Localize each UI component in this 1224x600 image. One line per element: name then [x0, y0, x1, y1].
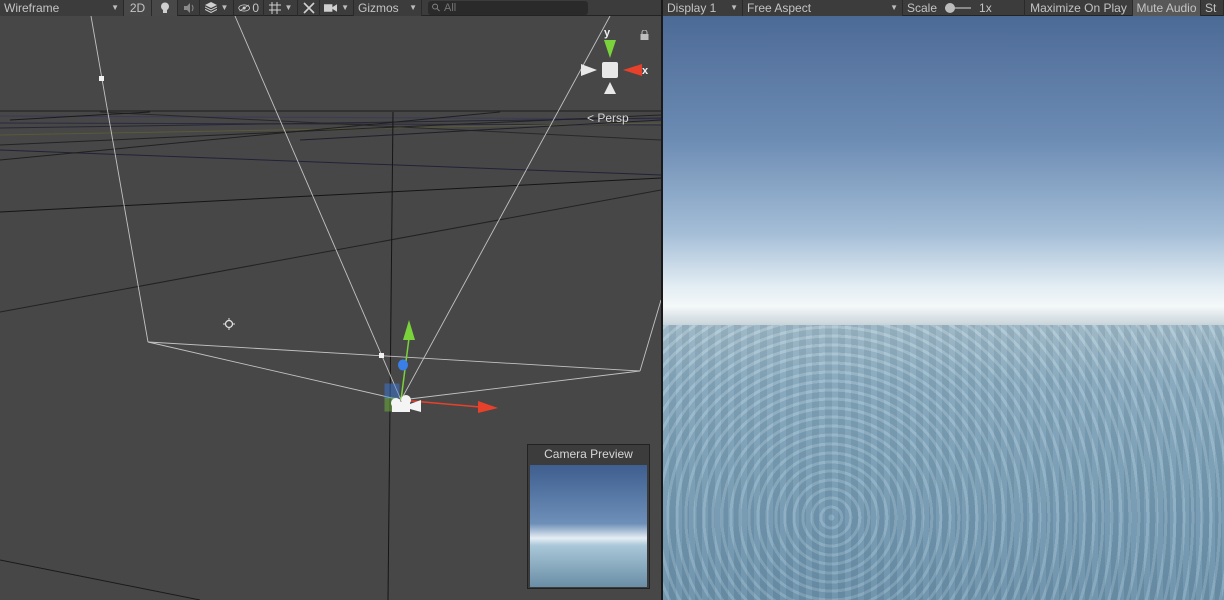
- visibility-toggle[interactable]: 0: [234, 0, 264, 16]
- aspect-dropdown[interactable]: Free Aspect ▼: [743, 0, 903, 16]
- effects-icon: [204, 2, 217, 13]
- toggle-2d-label: 2D: [129, 0, 146, 15]
- game-ground-plane: [663, 325, 1224, 600]
- lock-icon[interactable]: [640, 29, 649, 43]
- y-cone: [604, 40, 616, 58]
- center-cube: [602, 62, 618, 78]
- camera-preview: Camera Preview: [527, 444, 650, 589]
- display-dropdown[interactable]: Display 1 ▼: [663, 0, 743, 16]
- projection-toggle[interactable]: < Persp: [587, 111, 629, 125]
- camera-frustum: [90, 16, 661, 401]
- orientation-gizmo: y x: [581, 27, 649, 94]
- maximize-on-play-toggle[interactable]: Maximize On Play: [1025, 0, 1133, 16]
- aspect-label: Free Aspect: [747, 0, 812, 15]
- chevron-down-icon: ▼: [284, 3, 293, 12]
- axis-y-label: y: [604, 27, 611, 39]
- tools-toggle[interactable]: [298, 0, 320, 16]
- game-view[interactable]: Display 1 ▼ Free Aspect ▼ Scale 1x Maxim…: [663, 0, 1224, 600]
- scale-slider[interactable]: [945, 2, 972, 13]
- stats-toggle[interactable]: St: [1201, 0, 1224, 16]
- chevron-down-icon: ▼: [730, 3, 738, 12]
- search-icon: [432, 3, 440, 12]
- chevron-down-icon: ▼: [890, 3, 898, 12]
- search-field[interactable]: [428, 0, 588, 15]
- camera-dropdown[interactable]: ▼: [320, 0, 354, 16]
- plane-handle-xz: [384, 383, 400, 399]
- camera-preview-image: [530, 465, 647, 587]
- game-sky: [663, 16, 1224, 325]
- gizmos-label: Gizmos: [358, 0, 399, 15]
- frustum-handle: [379, 353, 384, 358]
- light-icon: [223, 318, 235, 330]
- toggle-2d-button[interactable]: 2D: [124, 0, 152, 16]
- frustum-handle: [99, 76, 104, 81]
- move-gizmo: [384, 320, 498, 413]
- stats-label: St: [1205, 0, 1217, 15]
- audio-icon: [183, 2, 193, 13]
- grid-icon: [268, 1, 281, 14]
- chevron-down-icon: ▼: [341, 3, 349, 12]
- neg-x-cone: [581, 64, 597, 76]
- scale-value: 1x: [979, 0, 992, 15]
- scale-label: Scale: [907, 0, 938, 15]
- audio-toggle[interactable]: [178, 0, 200, 16]
- visibility-icon: [238, 4, 250, 11]
- scene-toolbar: Wireframe ▼ 2D ▼ 0 ▼ ▼ Gizmos ▼ All: [0, 0, 661, 16]
- z-axis-handle: [398, 359, 408, 371]
- x-cone: [623, 64, 642, 76]
- chevron-down-icon: ▼: [409, 3, 417, 12]
- camera-icon: [324, 3, 338, 12]
- scale-slider-knob[interactable]: [945, 2, 956, 13]
- draw-mode-dropdown[interactable]: Wireframe ▼: [0, 0, 124, 16]
- neg-y-cone: [604, 82, 616, 94]
- effects-dropdown[interactable]: ▼: [200, 0, 234, 16]
- axis-x-label: x: [642, 65, 649, 77]
- y-axis-arrow: [403, 320, 415, 340]
- maximize-label: Maximize On Play: [1030, 0, 1127, 15]
- x-axis-arrow: [478, 401, 498, 413]
- chevron-left-icon: <: [587, 111, 595, 125]
- lighting-toggle[interactable]: [152, 0, 178, 16]
- mute-audio-toggle[interactable]: Mute Audio: [1133, 0, 1201, 16]
- chevron-down-icon: ▼: [220, 3, 229, 12]
- hidden-count: 0: [252, 0, 259, 15]
- game-toolbar: Display 1 ▼ Free Aspect ▼ Scale 1x Maxim…: [663, 0, 1224, 16]
- mute-label: Mute Audio: [1136, 0, 1197, 15]
- draw-mode-label: Wireframe: [4, 0, 60, 15]
- grid-dropdown[interactable]: ▼: [264, 0, 298, 16]
- chevron-down-icon: ▼: [111, 3, 119, 12]
- scale-control: Scale 1x: [903, 0, 1025, 16]
- scene-view[interactable]: Wireframe ▼ 2D ▼ 0 ▼ ▼ Gizmos ▼ All y x …: [0, 0, 661, 600]
- gizmos-dropdown[interactable]: Gizmos ▼: [354, 0, 422, 16]
- lightbulb-icon: [160, 2, 169, 13]
- camera-preview-title: Camera Preview: [544, 447, 633, 461]
- projection-label: Persp: [597, 111, 629, 125]
- display-label: Display 1: [667, 0, 717, 15]
- tools-icon: [302, 1, 315, 14]
- search-input[interactable]: [444, 1, 584, 14]
